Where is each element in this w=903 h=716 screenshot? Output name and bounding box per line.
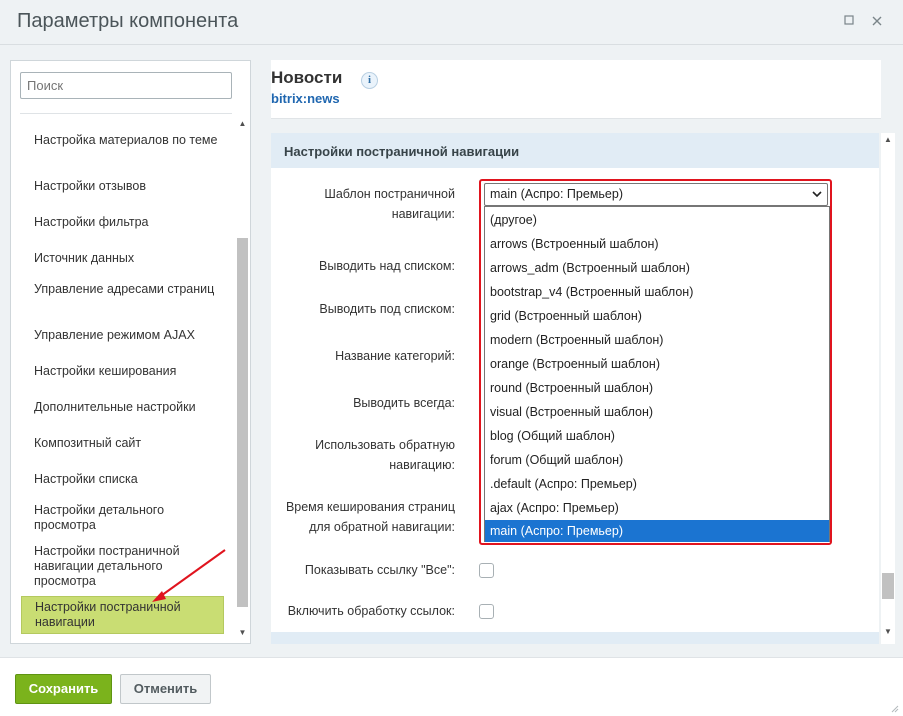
sidebar-item-related-materials[interactable]: Настройка материалов по теме [21,133,223,148]
scrollbar-thumb[interactable] [882,573,894,599]
sidebar-item-page-urls[interactable]: Управление адресами страниц [21,282,223,297]
scroll-down-icon[interactable]: ▼ [237,628,248,637]
option-round[interactable]: round (Встроенный шаблон) [485,376,829,400]
sidebar-divider [20,113,232,114]
cancel-button[interactable]: Отменить [120,674,211,704]
show-always-label: Выводить всегда: [353,396,455,410]
display-bottom-label: Выводить под списком: [319,302,455,316]
pager-template-highlight: main (Аспро: Премьер) (другое) arrows (В… [479,179,832,545]
option-other[interactable]: (другое) [485,208,829,232]
sidebar-item-caching[interactable]: Настройки кеширования [21,364,223,379]
sidebar-item-detail[interactable]: Настройки детального просмотра [21,503,223,533]
option-arrows-adm[interactable]: arrows_adm (Встроенный шаблон) [485,256,829,280]
pager-title-label: Название категорий: [335,349,455,363]
option-arrows[interactable]: arrows (Встроенный шаблон) [485,232,829,256]
sidebar-item-reviews[interactable]: Настройки отзывов [21,179,223,194]
show-all-label: Показывать ссылку "Все": [304,563,455,577]
sidebar-item-list[interactable]: Настройки списка [21,472,223,487]
option-forum[interactable]: forum (Общий шаблон) [485,448,829,472]
sidebar-item-filter[interactable]: Настройки фильтра [21,215,223,230]
option-orange[interactable]: orange (Встроенный шаблон) [485,352,829,376]
sidebar-item-data-source[interactable]: Источник данных [21,251,223,266]
sidebar-item-ajax-mode[interactable]: Управление режимом AJAX [21,328,223,343]
dialog-title: Параметры компонента [17,10,239,32]
component-header: Новости i bitrix:news [271,60,881,118]
desc-cache-label: Время кеширования страниц для обратной н… [285,500,455,534]
sidebar-item-pager[interactable]: Настройки постраничной навигации [21,596,224,634]
close-icon[interactable] [870,14,884,28]
option-ajax[interactable]: ajax (Аспро: Премьер) [485,496,829,520]
option-grid[interactable]: grid (Встроенный шаблон) [485,304,829,328]
show-all-checkbox[interactable] [479,563,494,578]
maximize-icon[interactable] [842,14,856,28]
component-settings-dialog: Параметры компонента Настройка материало… [0,0,903,716]
option-default[interactable]: .default (Аспро: Премьер) [485,472,829,496]
sidebar-item-composite[interactable]: Композитный сайт [21,436,223,451]
search-input[interactable] [20,72,232,99]
base-link-checkbox[interactable] [479,604,494,619]
main-scrollbar[interactable]: ▲ ▼ [881,133,895,644]
pager-template-label: Шаблон постраничной навигации: [324,187,455,221]
desc-numbering-label: Использовать обратную навигацию: [315,438,455,472]
sidebar-scrollbar[interactable]: ▲ ▼ [235,117,249,640]
scroll-up-icon[interactable]: ▲ [882,135,894,144]
resize-grip-icon[interactable] [889,703,899,713]
option-blog[interactable]: blog (Общий шаблон) [485,424,829,448]
base-link-label: Включить обработку ссылок: [287,604,455,618]
info-icon[interactable]: i [361,72,378,89]
header-divider [271,118,881,119]
sidebar-item-detail-pager[interactable]: Настройки постраничной навигации детальн… [21,544,223,589]
option-visual[interactable]: visual (Встроенный шаблон) [485,400,829,424]
settings-sidebar: Настройка материалов по теме Настройки о… [10,60,251,644]
option-bootstrap-v4[interactable]: bootstrap_v4 (Встроенный шаблон) [485,280,829,304]
option-main[interactable]: main (Аспро: Премьер) [485,520,829,542]
dialog-footer: Сохранить Отменить [0,657,903,716]
display-top-label: Выводить над списком: [319,259,455,273]
pager-template-select[interactable]: main (Аспро: Премьер) [484,183,828,206]
next-section-header [271,632,879,644]
scroll-down-icon[interactable]: ▼ [882,627,894,636]
component-title: Новости [271,68,343,87]
option-modern[interactable]: modern (Встроенный шаблон) [485,328,829,352]
save-button[interactable]: Сохранить [15,674,112,704]
select-value: main (Аспро: Премьер) [490,187,623,201]
sidebar-item-additional[interactable]: Дополнительные настройки [21,400,223,415]
dialog-titlebar[interactable]: Параметры компонента [0,0,903,45]
scrollbar-thumb[interactable] [237,238,248,607]
section-header: Настройки постраничной навигации [271,133,879,168]
component-code: bitrix:news [271,91,340,106]
pager-template-options: (другое) arrows (Встроенный шаблон) arro… [484,206,830,542]
section-title: Настройки постраничной навигации [284,144,520,159]
scroll-up-icon[interactable]: ▲ [237,119,248,128]
